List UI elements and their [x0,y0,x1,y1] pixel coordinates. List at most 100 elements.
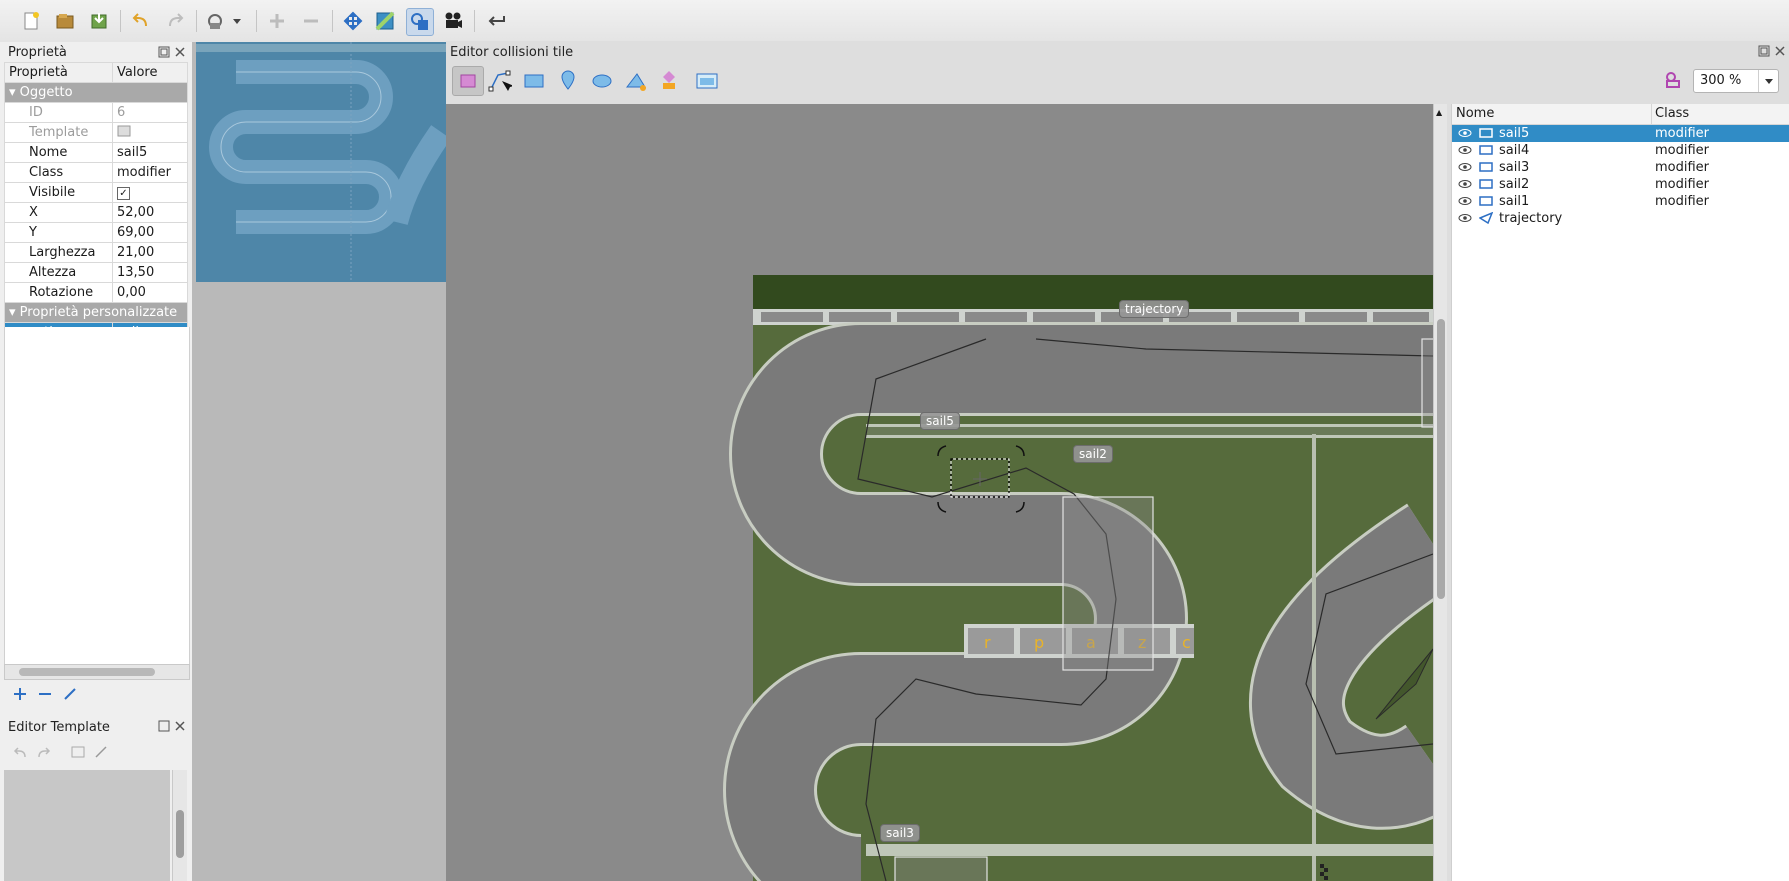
property-value[interactable]: 21,00 [112,242,188,263]
template-undo-icon[interactable] [12,745,28,763]
close-icon[interactable] [174,720,186,736]
shapes-icon[interactable] [406,8,434,36]
object-row[interactable]: trajectory [1452,210,1789,227]
remove-icon[interactable] [298,8,324,34]
trajectory-label: trajectory [1119,300,1190,318]
object-name: sail5 [1499,126,1530,141]
edit-polygons-tool[interactable] [488,69,514,97]
template-picker-icon[interactable] [112,122,188,143]
property-row[interactable]: Class modifier [4,162,188,183]
object-row[interactable]: sail3 modifier [1452,159,1789,176]
template-editor-title: Editor Template [8,720,110,735]
eye-icon[interactable] [1458,211,1472,229]
property-value[interactable]: 69,00 [112,222,188,243]
group-oggetto[interactable]: ▾ Oggetto [4,82,188,103]
property-value[interactable]: 13,50 [112,262,188,283]
return-icon[interactable] [484,8,510,34]
property-value[interactable]: sail5 [112,142,188,163]
commands-icon[interactable] [204,8,244,34]
scroll-up-icon[interactable]: ▲ [1436,108,1442,117]
undo-icon[interactable] [128,8,154,34]
checkbox-mark: ✓ [117,187,130,200]
collapse-arrow-icon: ▾ [9,305,20,320]
save-file-icon[interactable] [86,8,112,34]
remove-property-icon[interactable] [37,686,53,706]
group-label: Oggetto [19,85,73,100]
chevron-down-icon [1758,70,1779,92]
template-tool-icon[interactable] [70,745,86,763]
objects-list-header: Nome Class [1452,104,1789,125]
close-icon[interactable] [174,46,186,61]
group-custom-properties[interactable]: ▾ Proprietà personalizzate [4,302,188,323]
close-icon[interactable] [1774,45,1786,61]
open-file-icon[interactable] [52,8,78,34]
move-icon[interactable] [340,8,366,34]
rectangle-object-icon [1479,144,1493,160]
col-value: Valore [112,62,188,83]
image-tool[interactable] [696,71,718,95]
property-row[interactable]: Rotazione 0,00 [4,282,188,303]
point-tool[interactable] [558,69,578,95]
vertical-scrollbar[interactable] [172,770,187,881]
map-view[interactable] [192,42,450,881]
object-row[interactable]: sail4 modifier [1452,142,1789,159]
property-row[interactable]: ID 6 [4,102,188,123]
sail3-label: sail3 [880,824,920,842]
col-property: Proprietà [4,62,113,83]
property-row[interactable]: Nome sail5 [4,142,188,163]
object-name: sail1 [1499,194,1530,209]
add-icon[interactable] [264,8,290,34]
zoom-select[interactable]: 300 % [1693,69,1779,93]
property-row[interactable]: Larghezza 21,00 [4,242,188,263]
float-icon[interactable] [158,46,170,61]
object-name: sail3 [1499,160,1530,175]
template-redo-icon[interactable] [36,745,52,763]
visible-checkbox[interactable]: ✓ [112,182,188,203]
object-row[interactable]: sail1 modifier [1452,193,1789,210]
property-row[interactable]: Template [4,122,188,143]
template-tool[interactable] [659,69,679,95]
property-name: Y [4,222,113,243]
property-value[interactable]: 0,00 [112,282,188,303]
properties-empty-area [4,327,190,666]
polygon-object-icon [1478,211,1494,228]
property-name: Visibile [4,182,113,203]
zoom-value: 300 % [1700,73,1742,88]
float-icon[interactable] [1758,45,1770,61]
canvas-vertical-scrollbar[interactable]: ▲ [1433,104,1447,881]
add-property-icon[interactable] [12,686,28,706]
property-value[interactable]: 52,00 [112,202,188,223]
template-select-icon[interactable] [94,745,110,763]
svg-text:c: c [1182,633,1191,652]
rename-property-icon[interactable] [62,686,78,706]
properties-title: Proprietà [8,45,67,60]
property-name: Rotazione [4,282,113,303]
select-objects-tool[interactable] [452,66,484,96]
camera-icon[interactable] [440,8,466,34]
property-value[interactable]: modifier [112,162,188,183]
property-row[interactable]: Visibile ✓ [4,182,188,203]
polygon-tool[interactable] [625,71,647,95]
property-row[interactable]: Y 69,00 [4,222,188,243]
sail5-label: sail5 [920,412,960,430]
scroll-thumb[interactable] [1437,319,1445,599]
collision-canvas[interactable]: rpazc trajectory sail5 sail2 sail3 [446,104,1433,881]
objects-visibility-icon[interactable] [1663,70,1683,94]
object-row[interactable]: sail5 modifier [1452,125,1789,142]
horizontal-scrollbar[interactable] [4,664,190,680]
property-name: Larghezza [4,242,113,263]
property-row[interactable]: X 52,00 [4,202,188,223]
col-name[interactable]: Nome [1456,106,1494,121]
object-name: sail2 [1499,177,1530,192]
property-name: ID [4,102,113,123]
property-row[interactable]: Altezza 13,50 [4,262,188,283]
float-icon[interactable] [158,720,170,736]
rectangle-tool[interactable] [524,71,544,95]
col-class[interactable]: Class [1655,106,1689,121]
redo-icon[interactable] [162,8,188,34]
object-row[interactable]: sail2 modifier [1452,176,1789,193]
rectangle-object-icon [1479,127,1493,143]
ellipse-tool[interactable] [591,71,613,95]
new-file-icon[interactable] [18,8,44,34]
map-icon[interactable] [372,8,398,34]
